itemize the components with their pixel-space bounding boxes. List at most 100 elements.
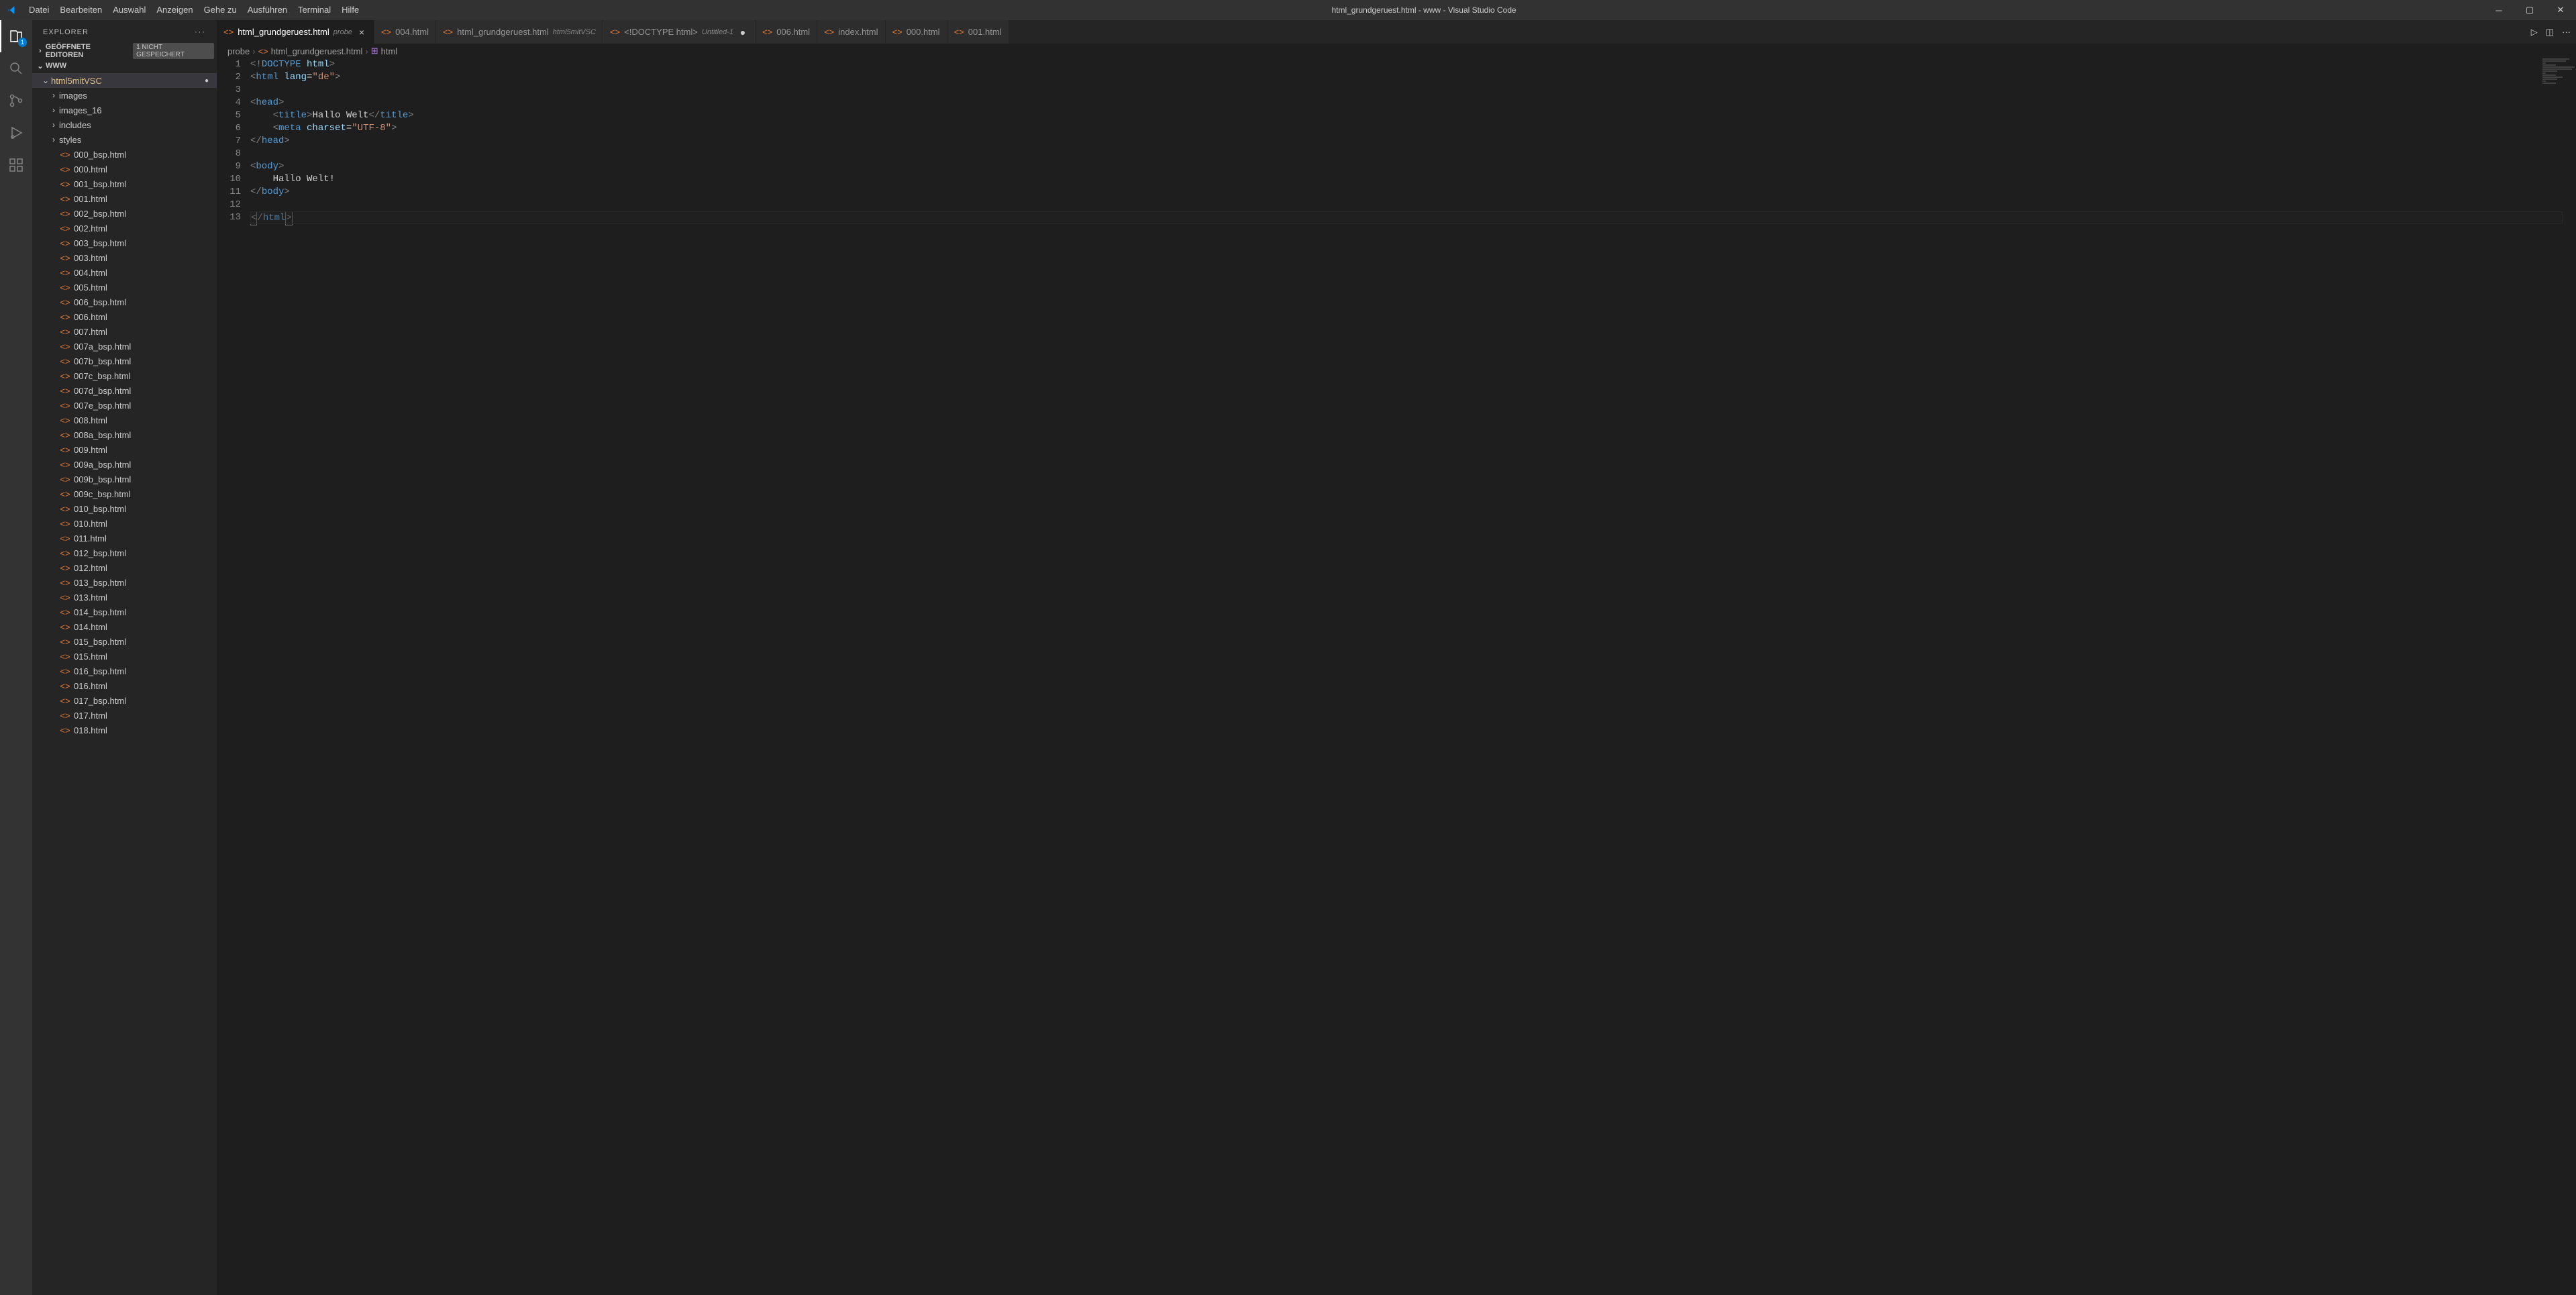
open-editors-header[interactable]: › GEÖFFNETE EDITOREN 1 NICHT GESPEICHERT <box>32 44 217 58</box>
menu-item[interactable]: Hilfe <box>336 0 364 20</box>
file-item[interactable]: <>012_bsp.html <box>32 546 217 560</box>
file-item[interactable]: <>007c_bsp.html <box>32 368 217 383</box>
folder-item[interactable]: ›includes <box>32 117 217 132</box>
file-item[interactable]: <>012.html <box>32 560 217 575</box>
file-item[interactable]: <>016.html <box>32 678 217 693</box>
file-item[interactable]: <>013.html <box>32 590 217 605</box>
menu-item[interactable]: Ausführen <box>242 0 293 20</box>
file-item[interactable]: <>015_bsp.html <box>32 634 217 649</box>
file-item[interactable]: <>015.html <box>32 649 217 664</box>
file-item[interactable]: <>008.html <box>32 413 217 427</box>
file-item[interactable]: <>006_bsp.html <box>32 295 217 309</box>
file-item[interactable]: <>008a_bsp.html <box>32 427 217 442</box>
file-item[interactable]: <>011.html <box>32 531 217 546</box>
file-item[interactable]: <>007b_bsp.html <box>32 354 217 368</box>
menu-item[interactable]: Anzeigen <box>151 0 198 20</box>
menu-item[interactable]: Terminal <box>293 0 336 20</box>
breadcrumb-item[interactable]: probe <box>227 46 250 56</box>
file-item[interactable]: <>010.html <box>32 516 217 531</box>
extensions-icon[interactable] <box>0 149 32 181</box>
html-file-icon: <> <box>824 27 834 37</box>
file-item[interactable]: <>007e_bsp.html <box>32 398 217 413</box>
file-item[interactable]: <>000.html <box>32 162 217 176</box>
html-file-icon: <> <box>954 27 964 37</box>
file-item[interactable]: <>009b_bsp.html <box>32 472 217 486</box>
file-item[interactable]: <>002.html <box>32 221 217 236</box>
html-file-icon: <> <box>258 46 268 56</box>
file-item[interactable]: <>013_bsp.html <box>32 575 217 590</box>
html-file-icon: <> <box>59 725 71 735</box>
menu-item[interactable]: Gehe zu <box>199 0 242 20</box>
minimize-button[interactable]: ─ <box>2483 0 2514 20</box>
close-tab-icon[interactable]: × <box>356 27 367 38</box>
file-item[interactable]: <>009a_bsp.html <box>32 457 217 472</box>
close-button[interactable]: ✕ <box>2545 0 2576 20</box>
editor-tab[interactable]: <>004.html <box>374 20 436 44</box>
html-file-icon: <> <box>762 27 772 37</box>
html-file-icon: <> <box>59 342 71 352</box>
search-icon[interactable] <box>0 52 32 85</box>
maximize-button[interactable]: ▢ <box>2514 0 2545 20</box>
menu-item[interactable]: Bearbeiten <box>54 0 107 20</box>
html-file-icon: <> <box>59 637 71 647</box>
breadcrumbs[interactable]: probe › <> html_grundgeruest.html › ⊞ ht… <box>217 44 2576 58</box>
code-editor[interactable]: 12345678910111213 <!DOCTYPE html> <html … <box>217 58 2576 1295</box>
folder-item[interactable]: ›images <box>32 88 217 103</box>
html-file-icon: <> <box>443 27 453 37</box>
file-item[interactable]: <>007a_bsp.html <box>32 339 217 354</box>
html-file-icon: <> <box>59 652 71 662</box>
run-icon[interactable]: ▷ <box>2531 27 2538 38</box>
folder-item[interactable]: ›styles <box>32 132 217 147</box>
file-item[interactable]: <>001_bsp.html <box>32 176 217 191</box>
file-item[interactable]: <>000_bsp.html <box>32 147 217 162</box>
split-editor-icon[interactable]: ◫ <box>2546 27 2554 38</box>
file-item[interactable]: <>003.html <box>32 250 217 265</box>
editor-tab[interactable]: <>000.html <box>886 20 947 44</box>
file-item[interactable]: <>009c_bsp.html <box>32 486 217 501</box>
file-item[interactable]: <>004.html <box>32 265 217 280</box>
file-item[interactable]: <>010_bsp.html <box>32 501 217 516</box>
file-item[interactable]: <>007d_bsp.html <box>32 383 217 398</box>
folder-root-header[interactable]: ⌄ www <box>32 58 217 73</box>
file-item[interactable]: <>017.html <box>32 708 217 723</box>
explorer-icon[interactable]: 1 <box>0 20 32 52</box>
file-item[interactable]: <>018.html <box>32 723 217 737</box>
editor-tab[interactable]: <>index.html <box>817 20 885 44</box>
sidebar-more-icon[interactable]: ··· <box>195 28 206 36</box>
editor-tab[interactable]: <>html_grundgeruest.htmlhtml5mitVSC <box>436 20 603 44</box>
html-file-icon: <> <box>59 578 71 588</box>
folder-item[interactable]: ⌄ html5mitVSC ● <box>32 73 217 88</box>
html-file-icon: <> <box>59 696 71 706</box>
file-item[interactable]: <>003_bsp.html <box>32 236 217 250</box>
file-item[interactable]: <>005.html <box>32 280 217 295</box>
breadcrumb-item[interactable]: html_grundgeruest.html <box>271 46 363 56</box>
html-file-icon: <> <box>59 489 71 499</box>
file-tree: ⌄ html5mitVSC ● ›images›images_16›includ… <box>32 73 217 1295</box>
editor-tab[interactable]: <>001.html <box>947 20 1009 44</box>
file-item[interactable]: <>001.html <box>32 191 217 206</box>
editor-tab[interactable]: <>html_grundgeruest.htmlprobe× <box>217 20 374 44</box>
file-item[interactable]: <>017_bsp.html <box>32 693 217 708</box>
file-item[interactable]: <>007.html <box>32 324 217 339</box>
file-item[interactable]: <>002_bsp.html <box>32 206 217 221</box>
file-item[interactable]: <>014.html <box>32 619 217 634</box>
html-file-icon: <> <box>59 460 71 470</box>
editor-tab[interactable]: <>006.html <box>756 20 817 44</box>
file-item[interactable]: <>009.html <box>32 442 217 457</box>
run-debug-icon[interactable] <box>0 117 32 149</box>
more-actions-icon[interactable]: ··· <box>2562 27 2571 37</box>
file-item[interactable]: <>014_bsp.html <box>32 605 217 619</box>
file-item[interactable]: <>016_bsp.html <box>32 664 217 678</box>
menu-bar: DateiBearbeitenAuswahlAnzeigenGehe zuAus… <box>23 0 364 20</box>
html-file-icon: <> <box>59 223 71 234</box>
file-item[interactable]: <>006.html <box>32 309 217 324</box>
breadcrumb-symbol[interactable]: html <box>381 46 398 56</box>
modified-indicator-icon: ● <box>205 77 209 85</box>
editor-tab[interactable]: <><!DOCTYPE html>Untitled-1● <box>603 20 756 44</box>
source-control-icon[interactable] <box>0 85 32 117</box>
menu-item[interactable]: Auswahl <box>107 0 151 20</box>
html-file-icon: <> <box>59 282 71 293</box>
menu-item[interactable]: Datei <box>23 0 54 20</box>
html-file-icon: <> <box>59 681 71 691</box>
folder-item[interactable]: ›images_16 <box>32 103 217 117</box>
